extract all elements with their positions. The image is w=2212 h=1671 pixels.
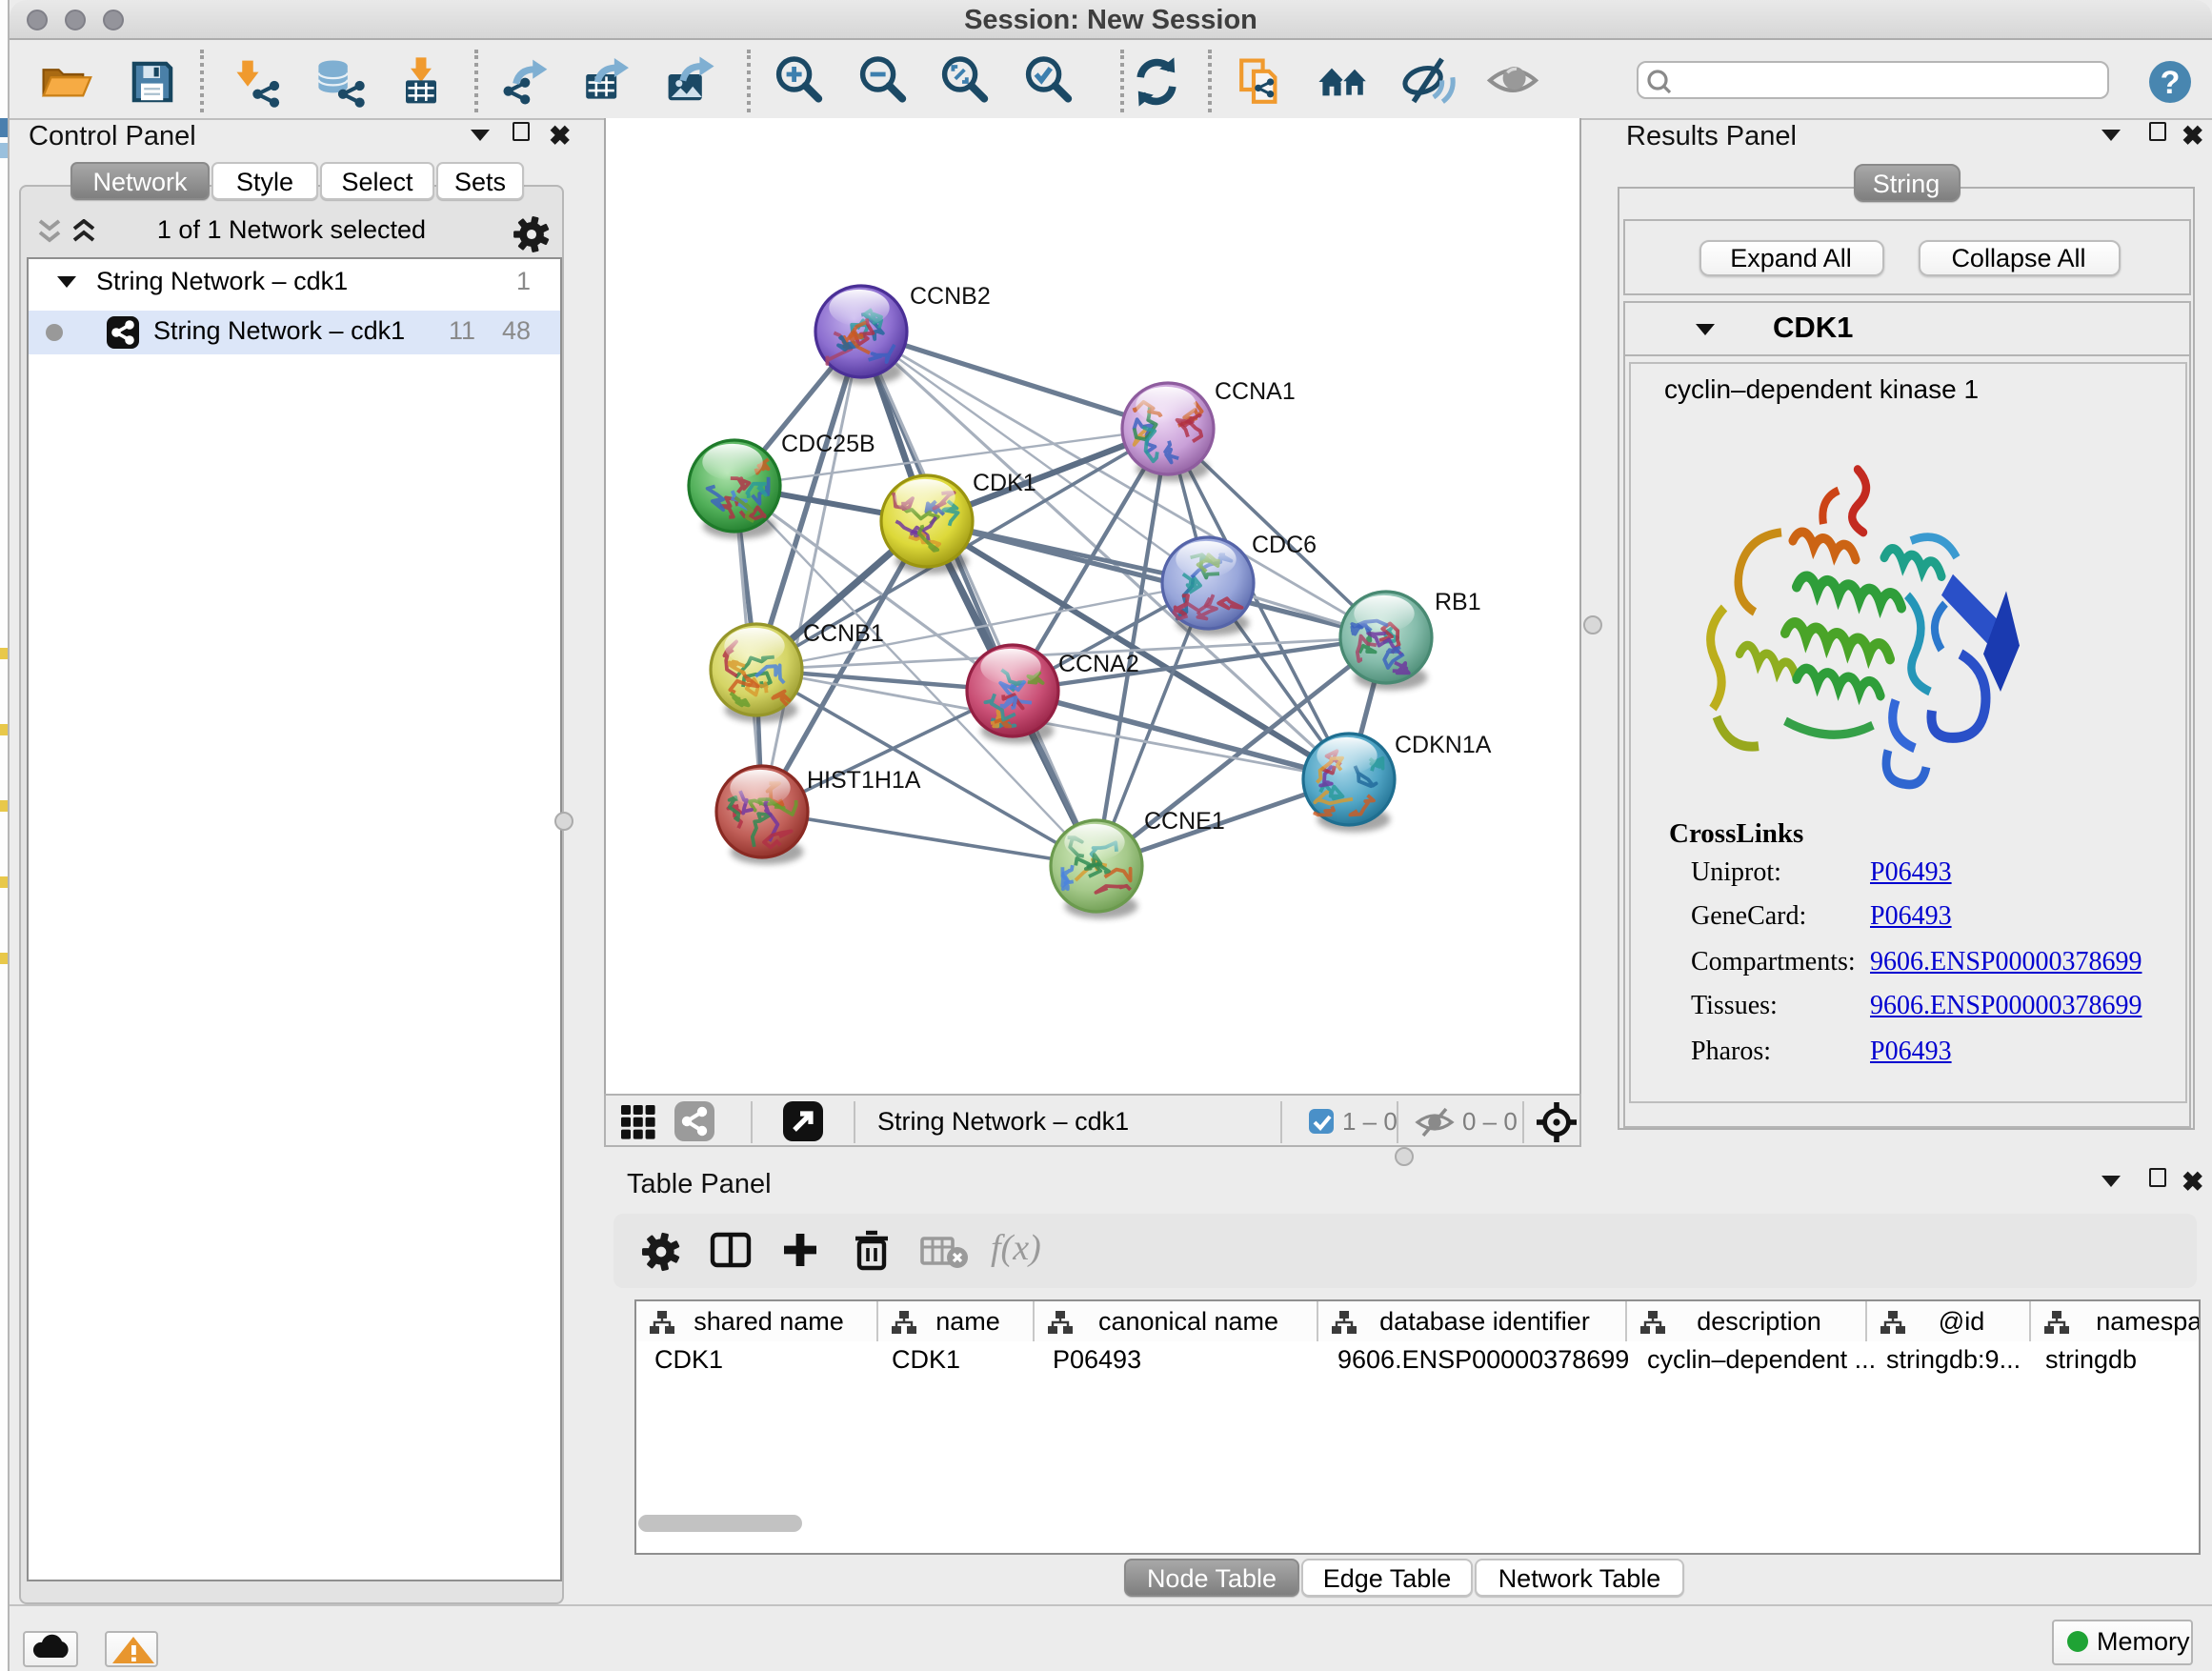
svg-text:CCNA2: CCNA2 bbox=[1057, 651, 1138, 677]
svg-text:CDC25B: CDC25B bbox=[780, 431, 875, 457]
svg-text:CCNE1: CCNE1 bbox=[1143, 808, 1224, 835]
svg-text:CDK1: CDK1 bbox=[972, 470, 1036, 496]
svg-text:?: ? bbox=[2161, 65, 2181, 101]
svg-text:CCNA1: CCNA1 bbox=[1214, 378, 1295, 405]
svg-text:CCNB2: CCNB2 bbox=[909, 283, 990, 310]
svg-text:RB1: RB1 bbox=[1434, 589, 1480, 615]
svg-text:CCNB1: CCNB1 bbox=[802, 620, 883, 647]
svg-text:HIST1H1A: HIST1H1A bbox=[806, 767, 920, 794]
svg-text:CDKN1A: CDKN1A bbox=[1394, 732, 1491, 758]
svg-text:CDC6: CDC6 bbox=[1251, 532, 1316, 558]
